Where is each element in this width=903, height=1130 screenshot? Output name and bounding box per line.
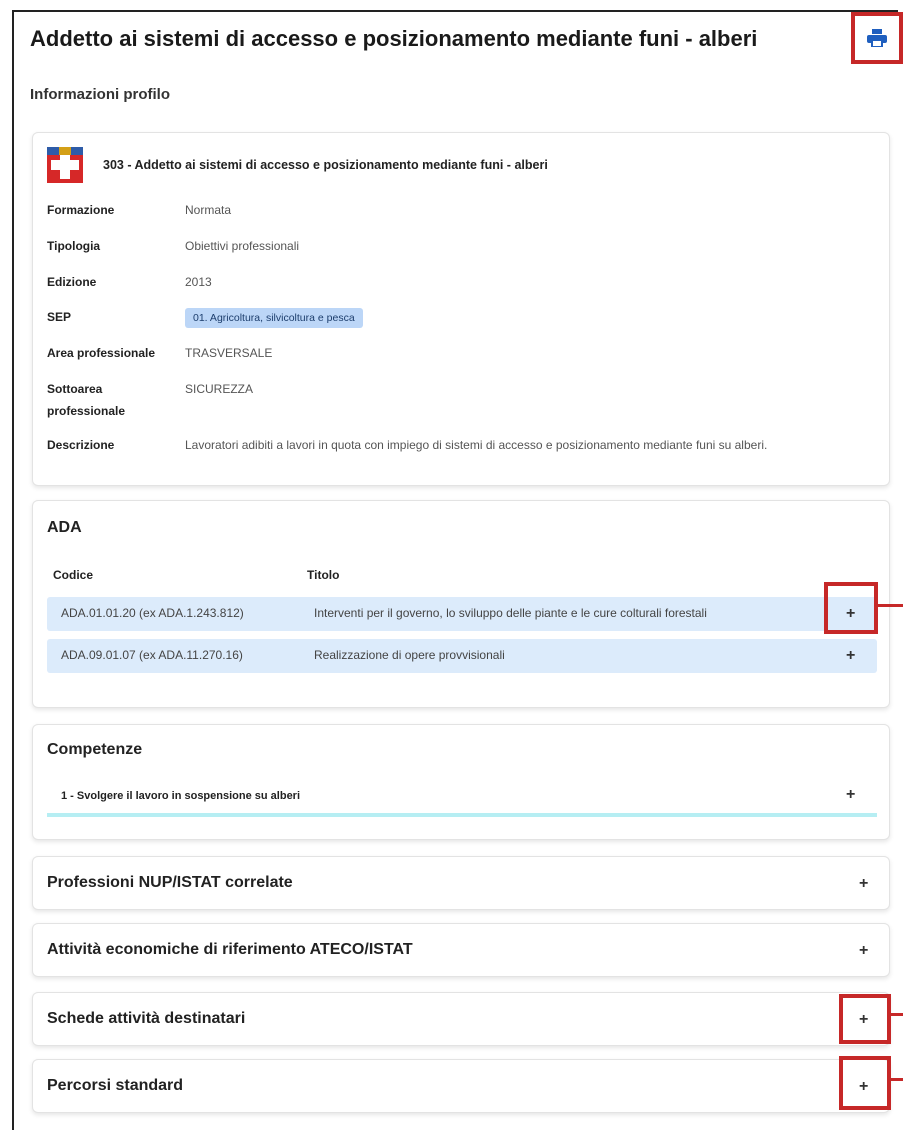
highlight-box: [839, 994, 891, 1044]
profile-info-table: Formazione Normata Tipologia Obiettivi p…: [47, 199, 867, 456]
ada-col-code: Codice: [53, 568, 94, 582]
info-value: TRASVERSALE: [185, 346, 273, 360]
info-row-sottoarea: Sottoarea professionale SICUREZZA: [47, 378, 867, 422]
ada-code: ADA.01.01.20 (ex ADA.1.243.812): [61, 606, 244, 620]
profile-info-heading: Informazioni profilo: [30, 86, 170, 103]
info-label: Edizione: [47, 275, 97, 289]
ada-card: ADA Codice Titolo ADA.01.01.20 (ex ADA.1…: [32, 500, 890, 708]
page-title: Addetto ai sistemi di accesso e posizion…: [30, 26, 758, 51]
competenze-card: Competenze 1 - Svolgere il lavoro in sos…: [32, 724, 890, 840]
info-label: Area professionale: [47, 346, 156, 360]
competenze-title: Competenze: [47, 741, 143, 758]
info-row-edizione: Edizione 2013: [47, 271, 867, 293]
ada-row[interactable]: ADA.09.01.07 (ex ADA.11.270.16) Realizza…: [47, 639, 877, 673]
info-value: Normata: [185, 203, 232, 217]
expand-icon[interactable]: +: [859, 943, 868, 959]
info-label: Formazione: [47, 203, 115, 217]
info-label: Sottoarea professionale: [47, 382, 126, 418]
printer-icon: [867, 29, 887, 47]
profile-code-title: 303 - Addetto ai sistemi di accesso e po…: [103, 158, 548, 172]
ada-row[interactable]: ADA.01.01.20 (ex ADA.1.243.812) Interven…: [47, 597, 877, 631]
accordion-professioni[interactable]: Professioni NUP/ISTAT correlate +: [32, 856, 890, 910]
accordion-attivita-economiche[interactable]: Attività economiche di riferimento ATECO…: [32, 923, 890, 977]
info-row-sep: SEP 01. Agricoltura, silvicoltura e pesc…: [47, 306, 867, 328]
info-label: SEP: [47, 310, 72, 324]
highlight-box: [824, 582, 878, 634]
ada-code: ADA.09.01.07 (ex ADA.11.270.16): [61, 648, 243, 662]
competenza-label: 1 - Svolgere il lavoro in sospensione su…: [61, 790, 301, 802]
info-value: 2013: [185, 275, 212, 289]
print-button[interactable]: [851, 12, 903, 64]
expand-icon[interactable]: +: [846, 648, 855, 664]
info-row-descrizione: Descrizione Lavoratori adibiti a lavori …: [47, 434, 867, 456]
ada-title: ADA: [47, 519, 82, 536]
accordion-title: Percorsi standard: [47, 1077, 184, 1094]
ada-row-title: Interventi per il governo, lo sviluppo d…: [314, 606, 707, 620]
info-value: SICUREZZA: [185, 382, 254, 396]
highlight-arrow: [891, 1013, 903, 1016]
info-row-formazione: Formazione Normata: [47, 199, 867, 221]
ada-col-title: Titolo: [307, 568, 340, 582]
info-value: Obiettivi professionali: [185, 239, 300, 253]
profile-header: 303 - Addetto ai sistemi di accesso e po…: [47, 147, 548, 183]
profile-card: 303 - Addetto ai sistemi di accesso e po…: [32, 132, 890, 486]
highlight-box: [839, 1056, 891, 1110]
info-row-tipologia: Tipologia Obiettivi professionali: [47, 235, 867, 257]
info-label: Tipologia: [47, 239, 101, 253]
region-flag-icon: [47, 147, 83, 183]
sep-badge: 01. Agricoltura, silvicoltura e pesca: [185, 308, 363, 328]
accordion-schede-attivita[interactable]: Schede attività destinatari +: [32, 992, 890, 1046]
accordion-percorsi[interactable]: Percorsi standard +: [32, 1059, 890, 1113]
info-value: Lavoratori adibiti a lavori in quota con…: [185, 438, 768, 452]
accordion-title: Professioni NUP/ISTAT correlate: [47, 874, 293, 891]
highlight-arrow: [891, 1078, 903, 1081]
info-label: Descrizione: [47, 438, 115, 452]
accordion-title: Attività economiche di riferimento ATECO…: [47, 941, 413, 958]
info-value: 01. Agricoltura, silvicoltura e pesca: [185, 306, 867, 328]
info-row-area: Area professionale TRASVERSALE: [47, 342, 867, 364]
ada-row-title: Realizzazione di opere provvisionali: [314, 648, 505, 662]
competenza-item[interactable]: 1 - Svolgere il lavoro in sospensione su…: [47, 785, 877, 817]
expand-icon[interactable]: +: [859, 876, 868, 892]
expand-icon[interactable]: +: [846, 787, 855, 803]
title-row: Addetto ai sistemi di accesso e posizion…: [30, 26, 890, 52]
accordion-title: Schede attività destinatari: [47, 1010, 246, 1027]
highlight-arrow: [878, 604, 903, 607]
